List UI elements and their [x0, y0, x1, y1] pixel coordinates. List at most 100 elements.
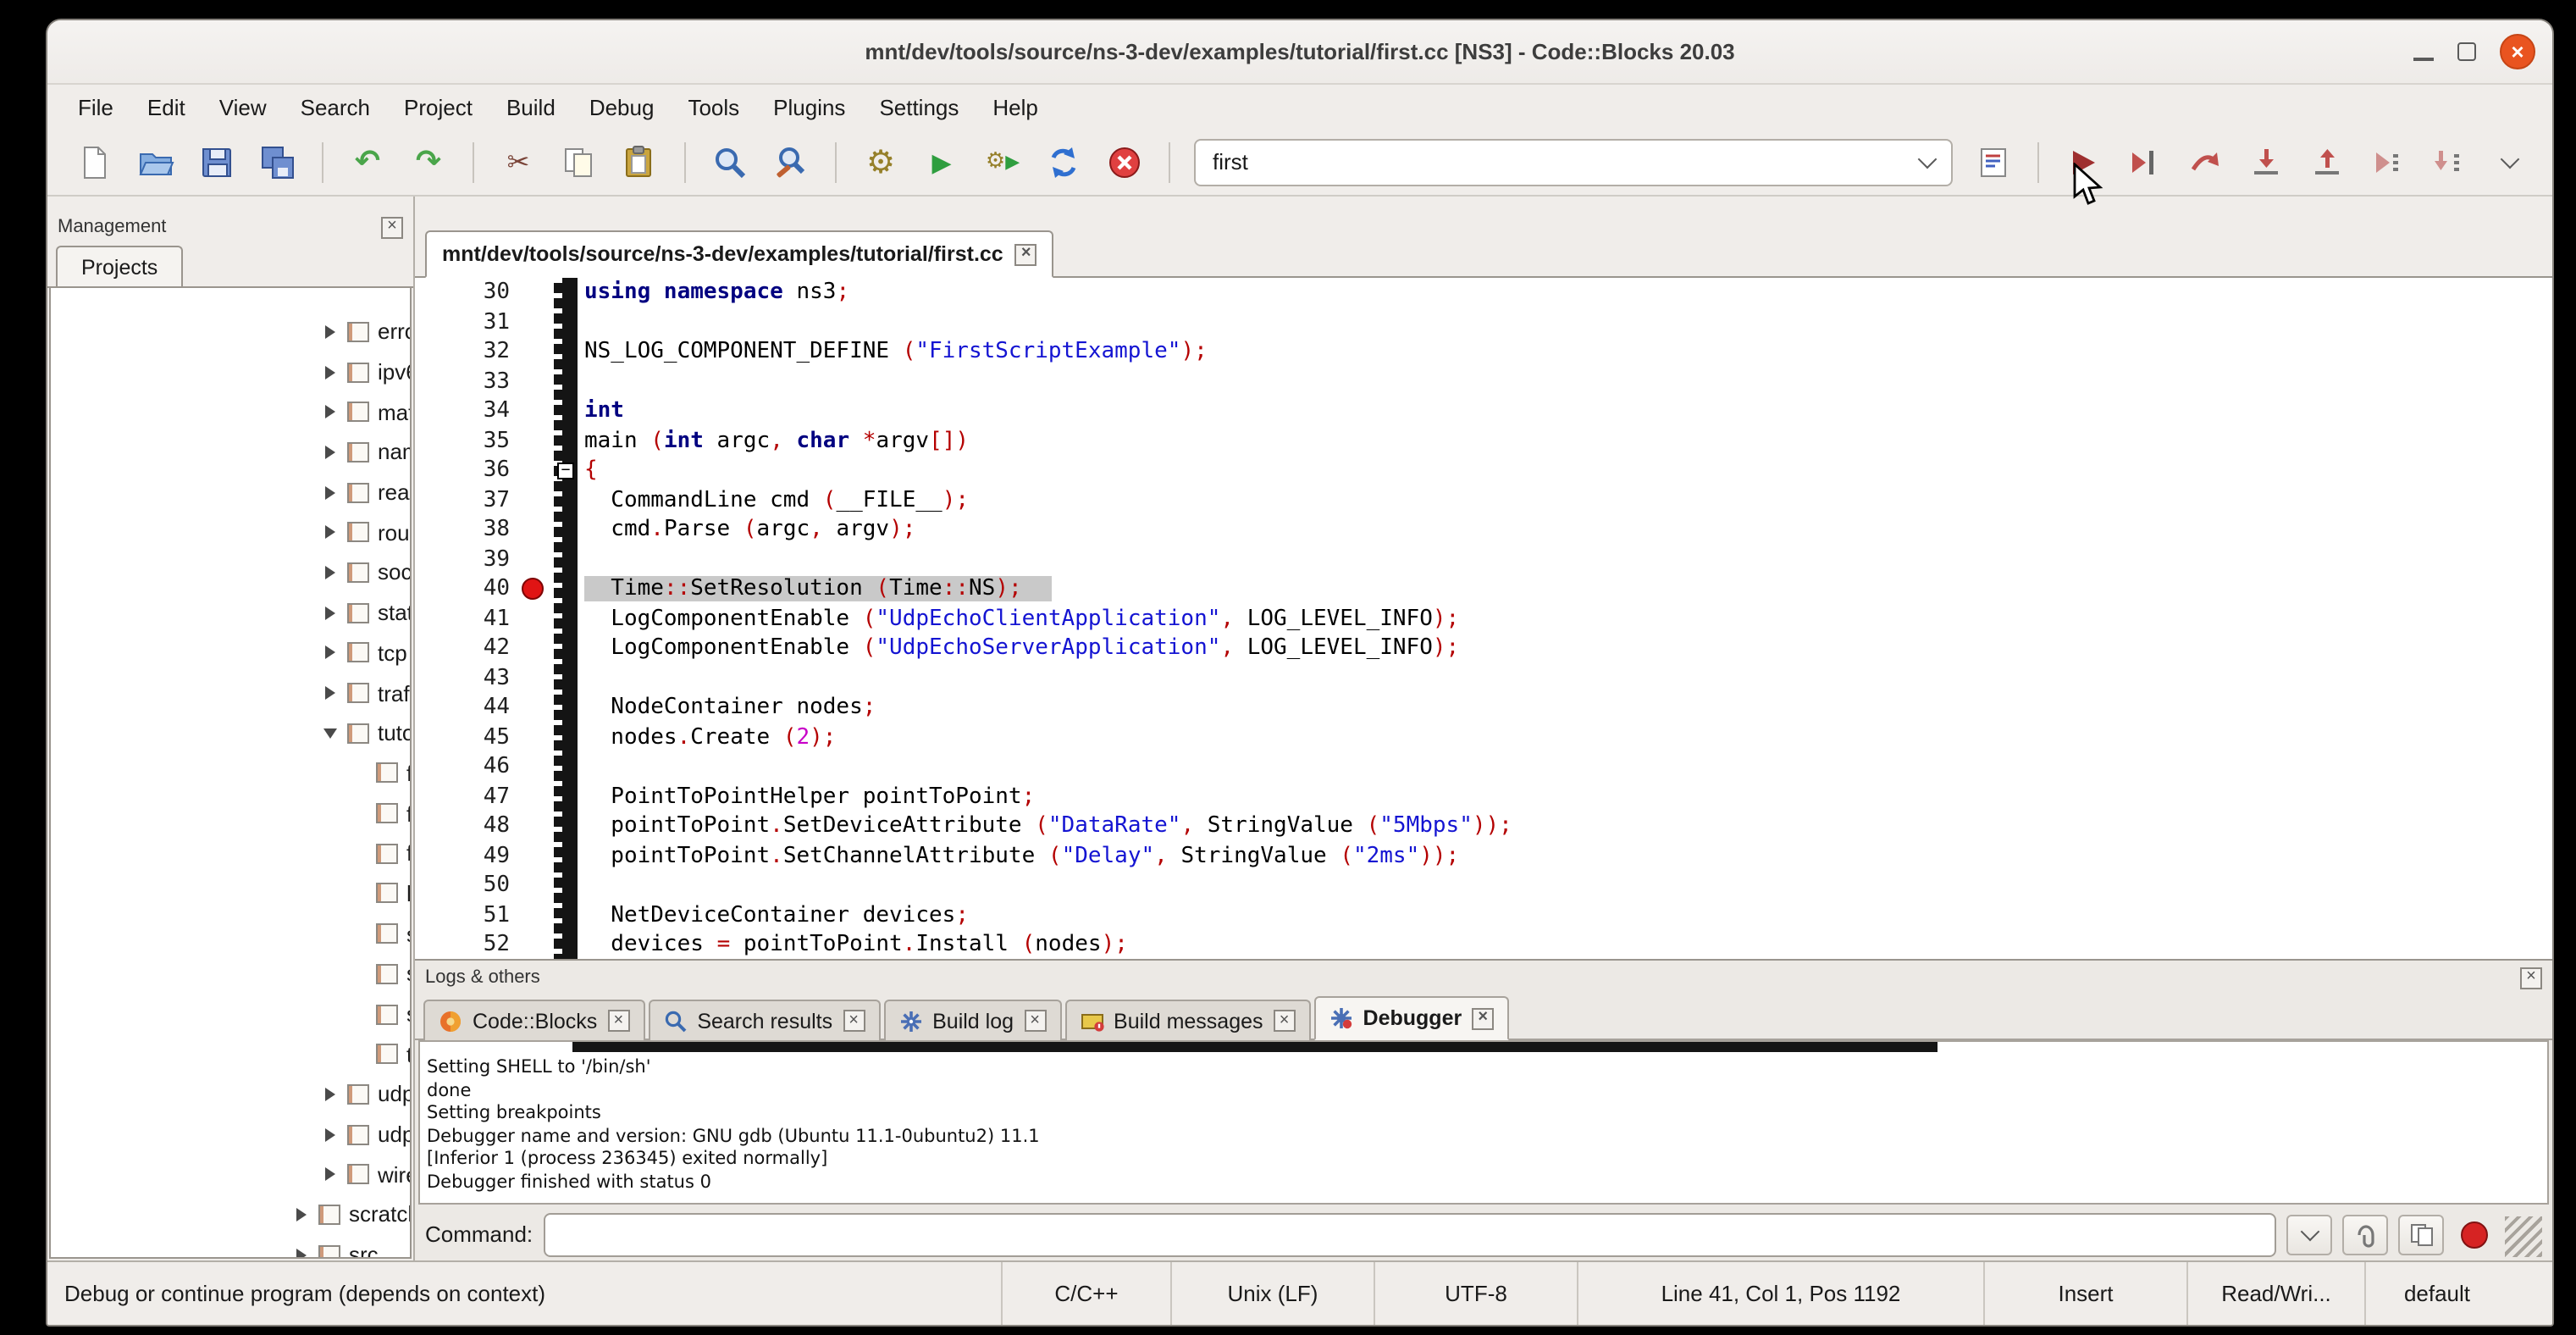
code-line-46[interactable]: 46: [415, 752, 2552, 782]
undo-button[interactable]: ↶: [337, 136, 398, 187]
cut-button[interactable]: ✂: [488, 136, 549, 187]
open-file-button[interactable]: [125, 136, 186, 187]
expander-icon[interactable]: [318, 485, 340, 499]
log-tab-close-button[interactable]: ×: [843, 1010, 865, 1032]
tree-item-sock[interactable]: sock: [51, 552, 410, 592]
build-and-run-button[interactable]: ⚙▶: [972, 136, 1033, 187]
expander-icon[interactable]: [318, 526, 340, 540]
tree-item-tuto[interactable]: tuto: [51, 713, 410, 753]
toolbar-overflow-button[interactable]: [2479, 136, 2540, 187]
tree-item-udp-[interactable]: udp-: [51, 1115, 410, 1155]
build-button[interactable]: ⚙: [850, 136, 911, 187]
menu-file[interactable]: File: [61, 89, 130, 125]
code-line-40[interactable]: 40 Time::SetResolution (Time::NS);: [415, 574, 2552, 604]
code-line-36[interactable]: 36−{: [415, 456, 2552, 485]
editor-tab-close-button[interactable]: ×: [1015, 243, 1037, 265]
tree-item-src[interactable]: src: [51, 1235, 410, 1259]
run-to-cursor-button[interactable]: [2114, 136, 2175, 187]
code-line-38[interactable]: 38 cmd.Parse (argc, argv);: [415, 515, 2552, 545]
code-editor[interactable]: 30using namespace ns3;3132NS_LOG_COMPONE…: [415, 278, 2552, 959]
tree-item-scratch[interactable]: scratch: [51, 1194, 410, 1234]
tree-item-mat[interactable]: mat: [51, 392, 410, 432]
menu-project[interactable]: Project: [387, 89, 489, 125]
code-line-30[interactable]: 30using namespace ns3;: [415, 278, 2552, 307]
tab-projects[interactable]: Projects: [56, 246, 183, 286]
tree-item-real[interactable]: real: [51, 473, 410, 512]
tree-item-fif[interactable]: fif: [51, 753, 410, 793]
step-into-instruction-button[interactable]: [2418, 136, 2479, 187]
tree-item-six[interactable]: six: [51, 994, 410, 1033]
expander-icon[interactable]: [318, 646, 340, 660]
expander-icon[interactable]: [318, 325, 340, 339]
code-line-31[interactable]: 31: [415, 307, 2552, 337]
command-history-button[interactable]: [2286, 1214, 2332, 1255]
save-all-button[interactable]: [247, 136, 308, 187]
expander-icon[interactable]: [318, 1088, 340, 1101]
tree-item-he[interactable]: he: [51, 873, 410, 913]
close-button[interactable]: ×: [2500, 34, 2535, 69]
code-line-44[interactable]: 44 NodeContainer nodes;: [415, 693, 2552, 723]
copy-button[interactable]: [549, 136, 610, 187]
code-line-43[interactable]: 43: [415, 663, 2552, 693]
code-line-51[interactable]: 51 NetDeviceContainer devices;: [415, 900, 2552, 930]
titlebar[interactable]: mnt/dev/tools/source/ns-3-dev/examples/t…: [47, 20, 2552, 85]
new-file-button[interactable]: [64, 136, 125, 187]
menu-tools[interactable]: Tools: [671, 89, 756, 125]
log-tab-code-blocks[interactable]: Code::Blocks×: [423, 1000, 644, 1040]
step-into-button[interactable]: [2236, 136, 2297, 187]
replace-button[interactable]: [760, 136, 821, 187]
log-tab-debugger[interactable]: Debugger×: [1314, 996, 1510, 1040]
tree-item-erro[interactable]: erro: [51, 312, 410, 352]
step-out-button[interactable]: [2297, 136, 2358, 187]
resize-grip[interactable]: [2505, 1216, 2542, 1257]
log-tab-build-messages[interactable]: Build messages×: [1064, 1000, 1311, 1040]
next-line-button[interactable]: [2175, 136, 2236, 187]
tree-item-trafl[interactable]: trafl: [51, 673, 410, 712]
rebuild-button[interactable]: [1033, 136, 1094, 187]
tree-item-stat[interactable]: stat: [51, 593, 410, 633]
tree-item-fo[interactable]: fo: [51, 834, 410, 873]
menu-search[interactable]: Search: [284, 89, 387, 125]
menu-plugins[interactable]: Plugins: [756, 89, 862, 125]
code-line-32[interactable]: 32NS_LOG_COMPONENT_DEFINE ("FirstScriptE…: [415, 337, 2552, 367]
log-tab-build-log[interactable]: Build log×: [883, 1000, 1061, 1040]
menu-settings[interactable]: Settings: [862, 89, 976, 125]
tree-item-wire[interactable]: wire: [51, 1155, 410, 1194]
paste-button[interactable]: [610, 136, 671, 187]
find-button[interactable]: [699, 136, 760, 187]
menu-debug[interactable]: Debug: [572, 89, 672, 125]
tree-item-ipv6[interactable]: ipv6: [51, 352, 410, 391]
editor-tab-first-cc[interactable]: mnt/dev/tools/source/ns-3-dev/examples/t…: [425, 230, 1054, 278]
expander-icon[interactable]: [318, 1127, 340, 1141]
next-instruction-button[interactable]: [2358, 136, 2418, 187]
tree-item-th[interactable]: th: [51, 1034, 410, 1074]
tree-item-tcp[interactable]: tcp: [51, 633, 410, 673]
code-line-42[interactable]: 42 LogComponentEnable ("UdpEchoServerApp…: [415, 634, 2552, 663]
menu-edit[interactable]: Edit: [130, 89, 202, 125]
code-line-49[interactable]: 49 pointToPoint.SetChannelAttribute ("De…: [415, 841, 2552, 871]
debugger-log[interactable]: Setting SHELL to '/bin/sh'doneSetting br…: [418, 1040, 2549, 1205]
code-line-33[interactable]: 33: [415, 367, 2552, 396]
code-line-37[interactable]: 37 CommandLine cmd (__FILE__);: [415, 485, 2552, 515]
code-line-48[interactable]: 48 pointToPoint.SetDeviceAttribute ("Dat…: [415, 812, 2552, 841]
code-line-34[interactable]: 34int: [415, 396, 2552, 426]
run-button[interactable]: ▶: [911, 136, 972, 187]
command-input[interactable]: [543, 1212, 2276, 1256]
breakpoint-icon[interactable]: [522, 578, 544, 600]
expander-icon[interactable]: [290, 1248, 312, 1259]
abort-button[interactable]: [1094, 136, 1155, 187]
code-line-41[interactable]: 41 LogComponentEnable ("UdpEchoClientApp…: [415, 604, 2552, 634]
expander-icon[interactable]: [318, 566, 340, 579]
tree-item-rout[interactable]: rout: [51, 512, 410, 552]
code-line-52[interactable]: 52 devices = pointToPoint.Install (nodes…: [415, 930, 2552, 959]
script-console-button[interactable]: [1963, 136, 2024, 187]
expander-icon[interactable]: [318, 365, 340, 379]
log-tab-close-button[interactable]: ×: [1472, 1007, 1494, 1029]
projects-tree[interactable]: erroipv6matnamrealroutsockstattcptrafltu…: [49, 288, 412, 1259]
expander-icon[interactable]: [318, 1168, 340, 1182]
copy-log-button[interactable]: [2398, 1214, 2444, 1255]
tree-item-nam[interactable]: nam: [51, 432, 410, 472]
tree-item-fir[interactable]: fir: [51, 794, 410, 834]
tree-item-udp[interactable]: udp: [51, 1074, 410, 1114]
code-line-45[interactable]: 45 nodes.Create (2);: [415, 723, 2552, 752]
